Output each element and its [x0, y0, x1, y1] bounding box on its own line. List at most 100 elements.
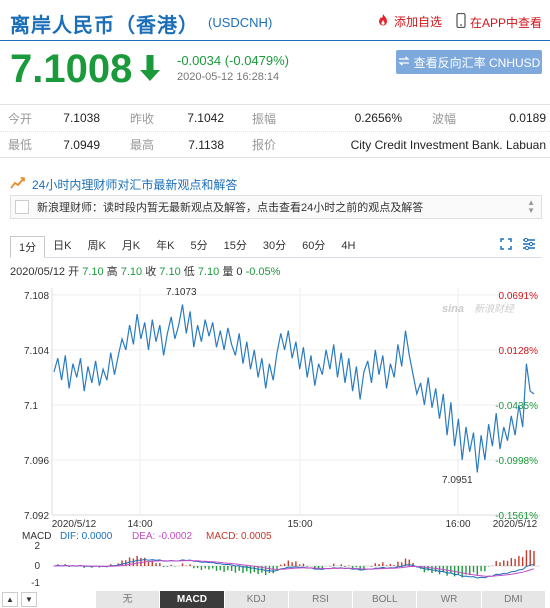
quote-table: 今开 7.1038 昨收 7.1042 振幅 0.2656% 波幅 0.0189…: [0, 104, 550, 158]
y-tick-label: 7.096: [24, 456, 49, 467]
pct-tick-label: 0.0128%: [499, 346, 539, 357]
quote-timestamp: 2020-05-12 16:28:14: [177, 71, 280, 83]
indicator-tab-wr[interactable]: WR: [417, 591, 482, 608]
indicator-tabs: 无 MACD KDJ RSI BOLL WR DMI: [96, 591, 546, 608]
reverse-rate-label: 查看反向汇率 CNHUSD: [413, 55, 541, 70]
ohlc-open: 7.10: [82, 266, 104, 278]
indicator-tab-rsi[interactable]: RSI: [288, 591, 354, 608]
ohlc-low: 7.10: [197, 266, 220, 278]
macd-value: MACD: 0.0005: [206, 531, 272, 542]
watermark: 新浪财经: [474, 303, 515, 315]
ohlc-close: 7.10: [159, 266, 181, 278]
macd-y-tick: 2: [34, 541, 40, 552]
x-tick-label: 16:00: [445, 519, 470, 530]
high-annotation: 7.1073: [166, 287, 197, 298]
tab-15min[interactable]: 15分: [216, 235, 255, 257]
symbol-code: (USDCNH): [208, 15, 273, 30]
ohlc-readout: 2020/05/12 开 7.10 高 7.10 收 7.10 低 7.10 量…: [10, 263, 280, 279]
fire-icon: [376, 13, 390, 30]
page-title: 离岸人民币（香港）: [10, 15, 199, 37]
open-value: 7.1038: [63, 111, 100, 125]
indicator-tab-dmi[interactable]: DMI: [481, 591, 546, 608]
x-tick-label: 2020/5/12: [52, 519, 97, 530]
current-price: 7.1008: [10, 47, 133, 91]
watermark-logo: sina: [442, 303, 464, 315]
price-line: [53, 304, 535, 473]
quoter-value: City Credit Investment Bank. Labuan: [350, 137, 546, 152]
amplitude-value: 0.2656%: [354, 111, 402, 125]
phone-icon: [456, 12, 466, 31]
pct-tick-label: -0.0998%: [495, 456, 538, 467]
y-tick-label: 7.1: [24, 401, 38, 412]
indicator-tab-none[interactable]: 无: [96, 591, 161, 608]
ohlc-high: 7.10: [120, 266, 143, 278]
range-label: 波幅: [432, 111, 457, 126]
x-tick-label: 2020/5/12: [493, 519, 538, 530]
open-label: 今开: [8, 111, 33, 126]
low-value: 7.0949: [63, 137, 100, 152]
pct-tick-label: 0.0691%: [499, 291, 539, 302]
tab-4h[interactable]: 4H: [333, 235, 363, 257]
macd-y-tick: -1: [31, 578, 40, 589]
swap-icon: [398, 55, 410, 69]
open-in-app-button[interactable]: 在APP中查看: [456, 12, 543, 31]
tab-60min[interactable]: 60分: [294, 235, 333, 257]
news-heading[interactable]: 24小时内理财师对汇市最新观点和解答: [10, 176, 237, 193]
y-tick-label: 7.104: [24, 346, 49, 357]
low-label: 最低: [8, 138, 33, 152]
ohlc-close-label: 收: [145, 266, 157, 278]
reverse-rate-button[interactable]: 查看反向汇率 CNHUSD: [396, 50, 542, 74]
ohlc-open-label: 开: [68, 266, 80, 278]
indicator-tab-boll[interactable]: BOLL: [353, 591, 418, 608]
tab-day-k[interactable]: 日K: [45, 235, 79, 257]
trend-icon: [10, 176, 26, 193]
ohlc-vol-label: 量: [222, 266, 234, 278]
prev-close-value: 7.1042: [187, 111, 224, 125]
macd-y-tick: 0: [34, 561, 40, 572]
range-value: 0.0189: [509, 111, 546, 125]
low-annotation: 7.0951: [442, 475, 473, 486]
x-tick-label: 15:00: [287, 519, 312, 530]
down-arrow-icon: [139, 54, 161, 85]
news-scroll-arrows-icon[interactable]: ▲ ▼: [527, 199, 535, 215]
indicator-tab-kdj[interactable]: KDJ: [224, 591, 289, 608]
quote-row: 今开 7.1038 昨收 7.1042 振幅 0.2656% 波幅 0.0189: [0, 105, 550, 131]
price-change: -0.0034 (-0.0479%): [177, 53, 290, 68]
x-tick-label: 14:00: [127, 519, 152, 530]
y-tick-label: 7.092: [24, 511, 49, 522]
ohlc-pct: -0.05%: [245, 266, 281, 278]
ohlc-low-label: 低: [183, 266, 195, 278]
y-tick-label: 7.108: [24, 291, 49, 302]
macd-dea: DEA: -0.0002: [132, 531, 192, 542]
macd-dif: DIF: 0.0000: [60, 531, 113, 542]
tab-year-k[interactable]: 年K: [148, 235, 182, 257]
tab-month-k[interactable]: 月K: [114, 235, 148, 257]
tab-5min[interactable]: 5分: [183, 235, 216, 257]
scroll-up-icon[interactable]: ▲: [2, 592, 18, 607]
high-value: 7.1138: [188, 137, 224, 152]
amplitude-label: 振幅: [252, 111, 277, 126]
add-watchlist-button[interactable]: 添加自选: [376, 13, 442, 30]
scroll-down-icon[interactable]: ▼: [21, 592, 37, 607]
settings-icon[interactable]: [522, 237, 536, 253]
period-tabs: 1分 日K 周K 月K 年K 5分 15分 30分 60分 4H: [10, 234, 542, 258]
indicator-tab-macd[interactable]: MACD: [160, 591, 225, 608]
news-message: 新浪理财师：读时段内暂无最新观点及解答，点击查看24小时之前的观点及解答: [37, 202, 424, 214]
open-in-app-label: 在APP中查看: [470, 15, 543, 30]
ohlc-vol: 0: [236, 266, 243, 278]
price-chart[interactable]: 新浪财经 sina 7.108 7.104 7.1 7.096 7.092 0.0691…: [0, 278, 550, 590]
header-divider: [0, 40, 550, 41]
avatar-icon: [15, 200, 29, 214]
pct-tick-label: -0.0435%: [495, 401, 538, 412]
tab-30min[interactable]: 30分: [255, 235, 294, 257]
prev-close-label: 昨收: [130, 111, 155, 126]
tab-week-k[interactable]: 周K: [79, 235, 113, 257]
high-label: 最高: [130, 138, 155, 152]
quoter-label: 报价: [252, 138, 277, 152]
fullscreen-icon[interactable]: [500, 238, 512, 253]
news-item[interactable]: 新浪理财师：读时段内暂无最新观点及解答，点击查看24小时之前的观点及解答 ▲ ▼: [10, 195, 542, 219]
ohlc-high-label: 高: [106, 266, 118, 278]
ohlc-date: 2020/05/12: [10, 266, 66, 278]
add-watchlist-label: 添加自选: [394, 15, 443, 29]
tab-1min[interactable]: 1分: [10, 236, 46, 258]
